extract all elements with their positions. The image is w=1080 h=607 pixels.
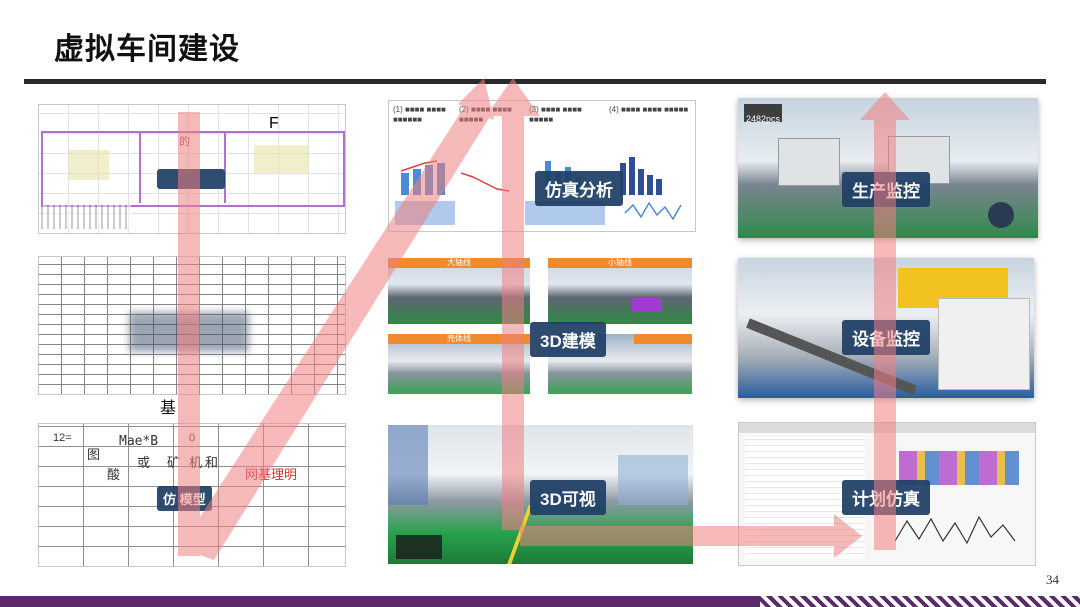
plan-simulation-tag: 计划仿真: [842, 480, 930, 515]
sheet-text-7: 矿: [167, 455, 181, 470]
sheet-text-10: 网基理明: [245, 467, 298, 482]
3d-model-panel-3: 壳体线: [388, 334, 530, 394]
device-monitor-tag: 设备监控: [842, 320, 930, 355]
layout-tag: [157, 169, 225, 189]
drawing-mark-2: F: [269, 115, 279, 132]
plan-line-chart: [895, 515, 1016, 545]
3d-modeling-tag: 3D建模: [530, 322, 606, 357]
process-sheet-panel: 12= 图 Mae*B 0 酸 或 矿 机 和 网基理明 仿 模型: [38, 423, 346, 567]
title-rule: [24, 79, 1046, 84]
base-caption: 基: [160, 400, 177, 417]
production-monitor-tag: 生产监控: [842, 172, 930, 207]
output-counter: 2482pcs: [746, 114, 781, 124]
sheet-text-9: 和: [205, 455, 219, 470]
production-monitor-panel: 2482pcs: [738, 98, 1038, 238]
sheet-text-4: 0: [189, 432, 196, 444]
sheet-text-5: 酸: [107, 467, 121, 482]
sheet-text-2: 图: [87, 447, 101, 462]
line-label-3: 壳体线: [388, 334, 530, 344]
simulation-analysis-tag: 仿真分析: [535, 171, 623, 206]
line-label-1: 大轴线: [388, 258, 530, 268]
model-tag-left: 仿 模型: [157, 486, 212, 511]
sheet-text-8: 机: [189, 455, 203, 470]
simulation-charts-panel: (1) ■■■■ ■■■■ ■■■■■■ (2) ■■■■ ■■■■ ■■■■■…: [388, 100, 696, 232]
line-label-2: 小轴线: [548, 258, 692, 268]
page-title: 虚拟车间建设: [54, 33, 240, 66]
3d-visual-tag: 3D可视: [530, 480, 606, 515]
drawing-mark-1: 的: [179, 136, 190, 148]
3d-model-panel-2: 小轴线: [548, 258, 692, 324]
sheet-text-3: Mae*B: [119, 434, 159, 449]
page-number: 34: [1046, 572, 1059, 587]
sheet-text-6: 或: [137, 455, 151, 470]
sheet-text-1: 12=: [53, 432, 72, 444]
model-tag-left-b: 模型: [179, 492, 206, 507]
layout-drawing-panel: 的 F: [38, 104, 346, 234]
table-document-panel: [38, 256, 346, 395]
model-tag-left-a: 仿: [163, 492, 177, 507]
footer-stripes: [760, 596, 1080, 607]
3d-model-panel-1: 大轴线: [388, 258, 530, 324]
line-label-4: [634, 334, 692, 344]
